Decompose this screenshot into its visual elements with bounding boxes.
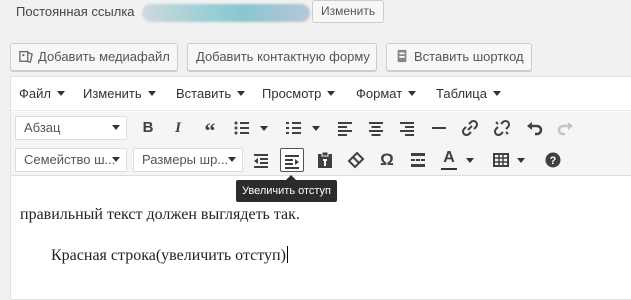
read-more-icon[interactable] <box>406 148 430 172</box>
table-icon[interactable] <box>489 148 513 172</box>
chevron-down-icon <box>147 91 156 96</box>
chevron-down-icon <box>228 157 236 162</box>
editor-toolbar-2: Семейство ш... Размеры шр... Ω A ? <box>11 144 631 176</box>
svg-text:?: ? <box>550 155 557 167</box>
font-family-select[interactable]: Семейство ш... <box>15 148 127 172</box>
editor-toolbar-1: Абзац B I “ <box>11 112 631 144</box>
bold-icon[interactable]: B <box>136 116 160 140</box>
text-color-icon[interactable]: A <box>437 148 461 172</box>
menu-insert-label: Вставить <box>176 86 232 101</box>
blockquote-icon[interactable]: “ <box>198 116 222 143</box>
italic-icon[interactable]: I <box>166 116 190 140</box>
chevron-down-icon <box>56 91 65 96</box>
numbered-list-icon[interactable] <box>282 116 306 140</box>
chevron-down-icon <box>492 91 501 96</box>
omega-icon[interactable]: Ω <box>375 148 399 172</box>
horizontal-line-icon[interactable] <box>427 116 451 140</box>
content-paragraph-indented: Красная строка(увеличить отступ) <box>51 246 288 265</box>
redo-icon[interactable] <box>554 116 578 140</box>
add-contact-form-button[interactable]: Добавить контактную форму <box>187 43 377 71</box>
menu-view[interactable]: Просмотр <box>262 86 336 101</box>
help-icon[interactable]: ? <box>541 148 565 172</box>
content-paragraph: правильный текст должен выглядеть так. <box>20 206 300 223</box>
format-select[interactable]: Абзац <box>15 116 127 140</box>
chevron-down-icon[interactable] <box>260 126 268 131</box>
unlink-icon[interactable] <box>490 116 514 140</box>
chevron-down-icon <box>112 125 120 130</box>
shortcode-icon <box>395 46 409 63</box>
bullet-list-icon[interactable] <box>230 116 254 140</box>
menu-table-label: Таблица <box>436 86 487 101</box>
menu-insert[interactable]: Вставить <box>176 86 246 101</box>
link-icon[interactable] <box>458 116 482 140</box>
permalink-edit-button[interactable]: Изменить <box>312 0 385 23</box>
indent-icon[interactable] <box>280 148 304 172</box>
indent-tooltip: Увеличить отступ <box>236 175 338 202</box>
insert-shortcode-label: Вставить шорткод <box>414 49 524 64</box>
insert-shortcode-button[interactable]: Вставить шорткод <box>386 43 532 71</box>
media-icon <box>19 46 33 63</box>
add-media-label: Добавить медиафайл <box>38 49 170 64</box>
paste-as-text-icon[interactable] <box>313 148 337 172</box>
add-media-button[interactable]: Добавить медиафайл <box>10 43 178 71</box>
font-family-select-value: Семейство ш... <box>24 152 116 167</box>
chevron-down-icon <box>327 91 336 96</box>
align-right-icon[interactable] <box>395 116 419 140</box>
chevron-down-icon[interactable] <box>517 158 525 163</box>
eraser-icon[interactable] <box>344 148 368 172</box>
align-left-icon[interactable] <box>333 116 357 140</box>
permalink-row: Постоянная ссылка Изменить <box>0 0 631 30</box>
menu-format[interactable]: Формат <box>356 86 417 101</box>
menu-file-label: Файл <box>19 86 51 101</box>
menu-file[interactable]: Файл <box>19 86 65 101</box>
chevron-down-icon[interactable] <box>466 158 474 163</box>
chevron-down-icon <box>112 157 120 162</box>
font-size-select[interactable]: Размеры шр... <box>133 148 243 172</box>
menu-edit-label: Изменить <box>83 86 142 101</box>
editor-menubar: Файл Изменить Вставить Просмотр Формат Т… <box>11 77 631 111</box>
font-size-select-value: Размеры шр... <box>142 152 229 167</box>
menu-edit[interactable]: Изменить <box>83 86 156 101</box>
chevron-down-icon <box>237 91 246 96</box>
text-cursor <box>286 246 288 263</box>
undo-icon[interactable] <box>522 116 546 140</box>
menu-table[interactable]: Таблица <box>436 86 501 101</box>
menu-format-label: Формат <box>356 86 403 101</box>
permalink-label: Постоянная ссылка <box>16 4 135 19</box>
content-paragraph-indented-text: Красная строка(увеличить отступ) <box>51 247 286 264</box>
align-center-icon[interactable] <box>364 116 388 140</box>
chevron-down-icon <box>408 91 417 96</box>
add-contact-form-label: Добавить контактную форму <box>196 49 370 64</box>
permalink-slug-blurred[interactable] <box>142 4 310 22</box>
format-select-value: Абзац <box>24 120 61 135</box>
chevron-down-icon[interactable] <box>312 126 320 131</box>
outdent-icon[interactable] <box>249 148 273 172</box>
media-buttons-row: Добавить медиафайл Добавить контактную ф… <box>0 40 631 76</box>
menu-view-label: Просмотр <box>262 86 322 101</box>
